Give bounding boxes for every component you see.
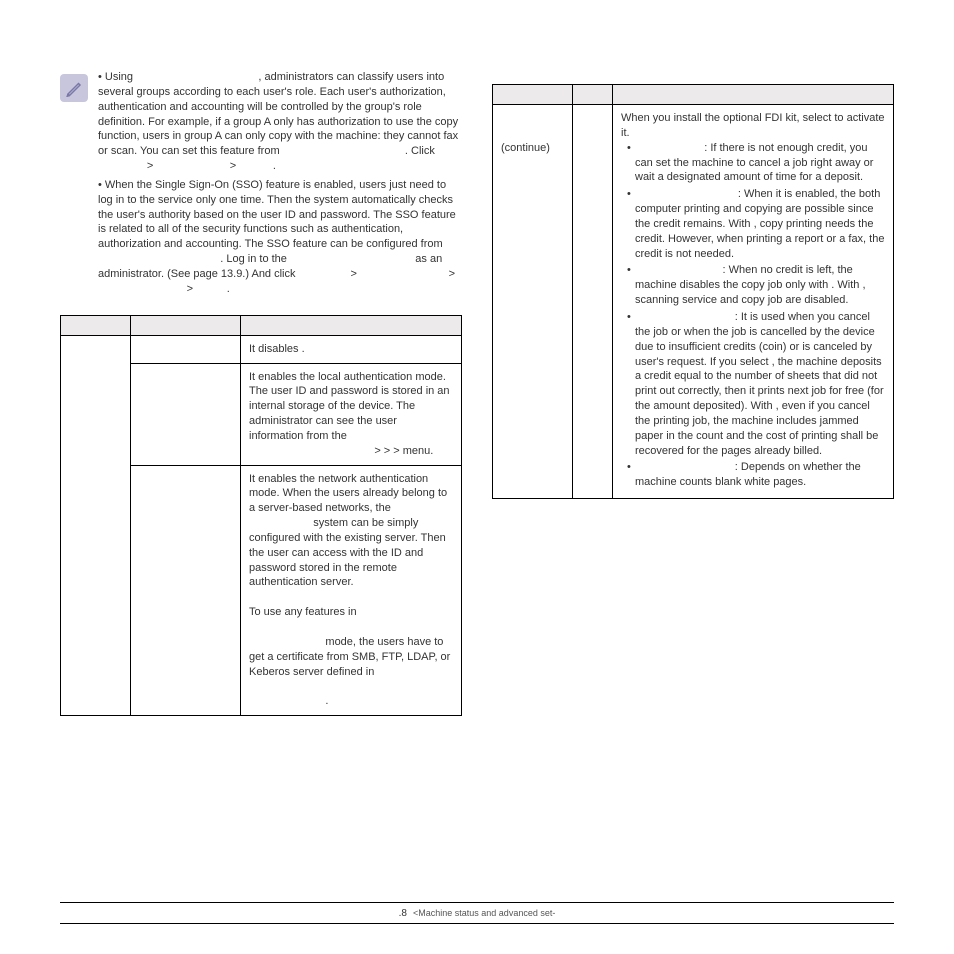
note-p2g: . [227,283,230,295]
left-table: It disables . It enables the local authe… [60,315,462,716]
note-p2a: • When the Single Sign-On (SSO) feature … [98,179,456,250]
bullet-item: • : It is used when you cancel the job o… [621,310,885,458]
cell-desc: It enables the network authentication mo… [241,465,462,716]
cell-item [131,335,241,363]
desc-text: It enables the local authentication mode… [249,371,450,442]
cell-desc: When you install the optional FDI kit, s… [613,105,894,499]
note-block: • Using , administrators can classify us… [60,70,462,301]
bullet-text: : Depends on whether the machine counts … [635,461,861,488]
footer: .8 <Machine status and advanced set- [60,902,894,924]
th-option [493,85,573,105]
desc-text: To use any features in [249,606,357,618]
note-icon [60,74,88,102]
bullet-text: : If there is not enough credit, you can… [635,142,873,184]
table-row: It disables . [61,335,462,363]
cell-item [131,465,241,716]
bullet-text: : When it is enabled, the both computer … [635,188,884,259]
desc-intro: When you install the optional FDI kit, s… [621,111,885,141]
note-p1a: • Using [98,71,136,83]
note-p2b: . Log in to the [220,253,290,265]
note-p1f: . [273,160,276,172]
cell-desc: It enables the local authentication mode… [241,363,462,465]
note-p1e: > [230,160,239,172]
cell-option [61,335,131,715]
bullet-text: : It is used when you cancel the job or … [635,311,884,457]
desc-text: It disables . [249,343,305,355]
note-p2d: > [347,268,360,280]
cell-option: (continue) [493,105,573,499]
bullet-item: • : If there is not enough credit, you c… [621,141,885,186]
table-row: (continue) When you install the optional… [493,105,894,499]
note-text: • Using , administrators can classify us… [98,70,462,301]
cell-desc: It disables . [241,335,462,363]
cell-item [131,363,241,465]
desc-text: system can be simply configured with the… [249,517,446,588]
table-header-row [493,85,894,105]
bullet-item: • : Depends on whether the machine count… [621,460,885,490]
note-p2e: > [446,268,455,280]
bullet-item: • : When no credit is left, the machine … [621,263,885,308]
page-number: .8 [399,908,407,919]
right-column: (continue) When you install the optional… [492,70,894,716]
right-table: (continue) When you install the optional… [492,84,894,499]
note-p1d: > [147,160,156,172]
th-option [61,315,131,335]
continue-label: (continue) [501,142,550,154]
desc-text: . [325,695,328,707]
desc-text: mode, the users have to get a certificat… [249,636,450,678]
th-desc [613,85,894,105]
th-desc [241,315,462,335]
note-p2f: > [184,283,197,295]
th-item [573,85,613,105]
bullet-item: • : When it is enabled, the both compute… [621,187,885,261]
page-title: <Machine status and advanced set- [413,908,555,918]
note-p1c: . Click [405,145,435,157]
desc-path: > > > menu. [374,445,433,457]
cell-item [573,105,613,499]
table-header-row [61,315,462,335]
desc-text: It enables the network authentication mo… [249,473,447,515]
th-item [131,315,241,335]
left-column: • Using , administrators can classify us… [60,70,462,716]
bullet-text: : When no credit is left, the machine di… [635,264,866,306]
